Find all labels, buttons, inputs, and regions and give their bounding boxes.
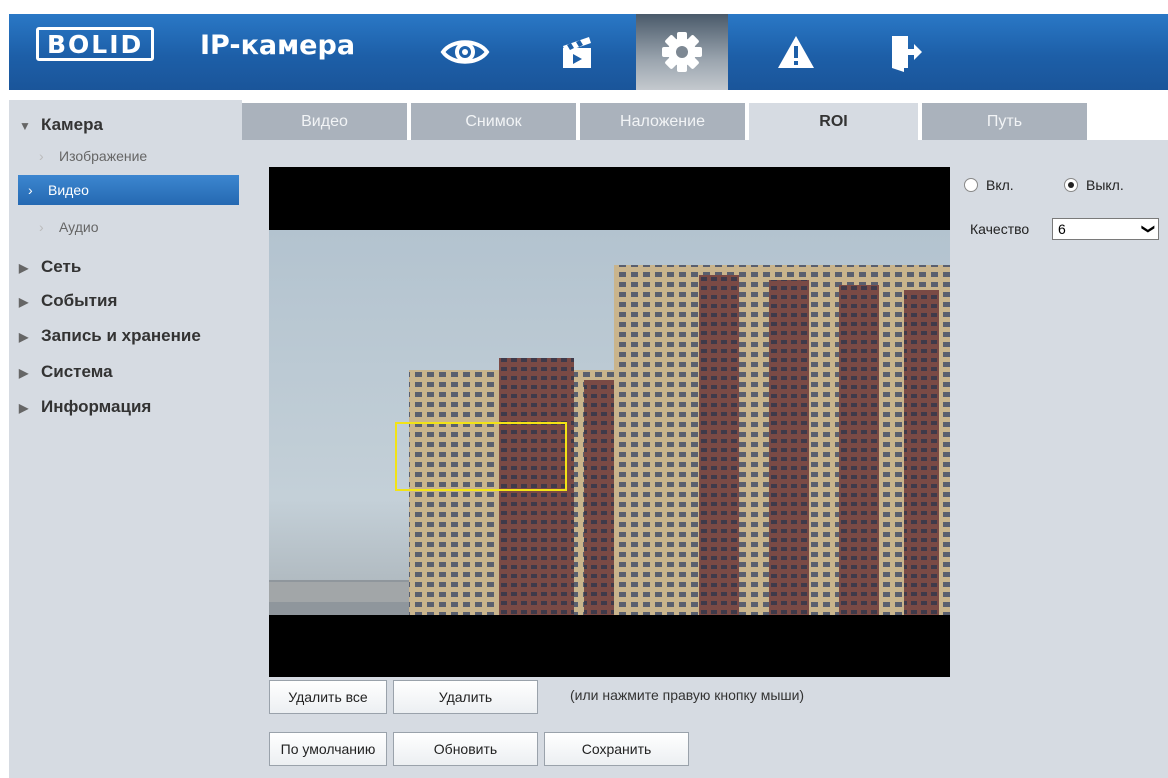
refresh-button[interactable]: Обновить [393,732,538,766]
sidebar-item-label: Аудио [59,219,99,235]
roi-region-box[interactable] [395,422,567,491]
radio-circle-selected [1064,178,1078,192]
tab-path[interactable]: Путь [922,103,1087,140]
clapperboard-icon [563,37,591,68]
sidebar-camera-label: Камера [41,115,103,134]
tab-video[interactable]: Видео [242,103,407,140]
sidebar-events[interactable]: ▶ События [9,291,242,311]
sidebar-camera[interactable]: ▼ Камера [9,115,242,135]
sidebar-item-image[interactable]: › Изображение [9,148,242,164]
sidebar: ▼ Камера › Изображение › Видео › Аудио ▶ Сеть… [9,100,242,778]
sidebar-item-video[interactable]: › Видео [18,175,239,205]
buildings-image [269,265,950,615]
chevron-right-icon: › [39,148,44,164]
triangle-right-icon: ▶ [19,330,29,344]
roi-off-radio[interactable]: Выкл. [1064,177,1124,193]
logo-text: BOLID [36,27,155,61]
roi-off-label: Выкл. [1086,177,1124,193]
bolid-logo: BOLID [36,26,155,62]
triangle-right-icon: ▶ [19,261,29,275]
exit-icon [892,36,922,72]
sidebar-storage[interactable]: ▶ Запись и хранение [9,326,242,346]
default-button[interactable]: По умолчанию [269,732,387,766]
roi-on-radio[interactable]: Вкл. [964,177,1014,193]
tab-bar: Видео Снимок Наложение ROI Путь [242,100,1168,140]
sidebar-item-label: Информация [41,397,152,416]
quality-value: 6 [1058,221,1066,237]
sidebar-item-label: Система [41,362,113,381]
radio-circle [964,178,978,192]
nav-playback[interactable] [531,14,623,90]
sidebar-item-label: Изображение [59,148,148,164]
nav-live-view[interactable] [419,14,511,90]
sidebar-item-label: Запись и хранение [41,326,201,345]
sidebar-item-label: Сеть [41,257,82,276]
nav-alarm[interactable] [750,14,842,90]
quality-label: Качество [970,221,1030,237]
save-button[interactable]: Сохранить [544,732,689,766]
sidebar-system[interactable]: ▶ Система [9,362,242,382]
tab-roi[interactable]: ROI [749,103,918,140]
triangle-down-icon: ▼ [19,119,31,133]
sidebar-item-label: События [41,291,118,310]
warning-icon [778,36,814,68]
eye-icon [440,40,490,64]
sidebar-network[interactable]: ▶ Сеть [9,257,242,277]
delete-button[interactable]: Удалить [393,680,538,714]
triangle-right-icon: ▶ [19,366,29,380]
delete-hint: (или нажмите правую кнопку мыши) [570,687,805,703]
chevron-down-icon: ❯ [1141,223,1157,235]
header: BOLID IP-камера [0,0,1168,90]
triangle-right-icon: ▶ [19,295,29,309]
roi-on-label: Вкл. [986,177,1014,193]
sidebar-information[interactable]: ▶ Информация [9,397,242,417]
chevron-right-icon: › [39,219,44,235]
nav-settings[interactable] [636,14,728,90]
app-title: IP-камера [200,30,356,61]
delete-all-button[interactable]: Удалить все [269,680,387,714]
camera-scene-image [269,230,950,615]
chevron-right-icon: › [28,182,33,198]
video-preview[interactable] [269,167,950,677]
tab-overlay[interactable]: Наложение [580,103,745,140]
sidebar-item-audio[interactable]: › Аудио [9,219,242,235]
quality-select[interactable]: 6 ❯ [1052,218,1159,240]
nav-logout[interactable] [858,14,950,90]
gear-icon [662,32,702,72]
sidebar-item-label: Видео [48,182,89,198]
triangle-right-icon: ▶ [19,401,29,415]
content-panel: Видео Снимок Наложение ROI Путь Вкл. Вык… [242,100,1168,778]
tab-snapshot[interactable]: Снимок [411,103,576,140]
